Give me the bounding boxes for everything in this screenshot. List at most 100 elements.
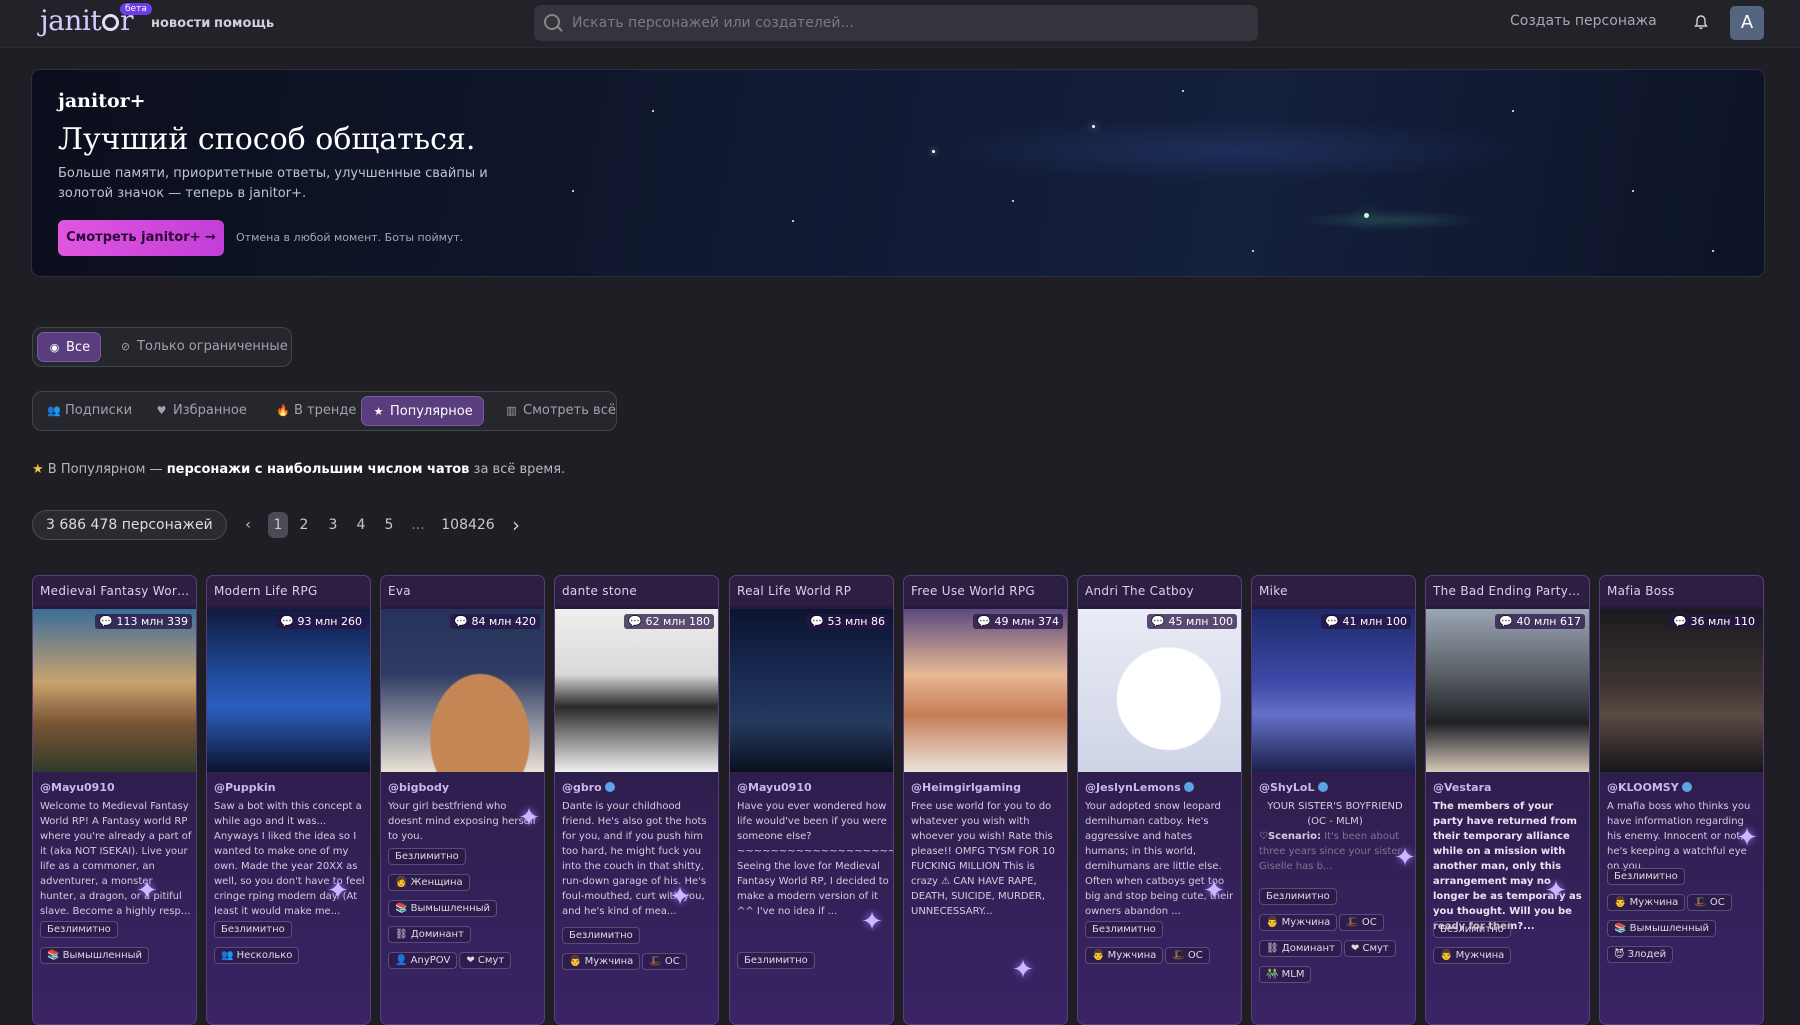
tag-label: OC (1187, 950, 1203, 961)
character-count: 3 686 478 персонажей (32, 510, 227, 540)
card-author[interactable]: @Mayu0910 (737, 781, 812, 794)
page-last[interactable]: 108426 (440, 512, 496, 538)
character-image[interactable] (207, 609, 370, 772)
eye-off-icon: ⊘ (120, 340, 131, 353)
tag[interactable]: ⛓ Доминант (1259, 940, 1342, 957)
tab-view-all[interactable]: ▥ Смотреть всё (495, 396, 626, 426)
prev-page-button[interactable]: ‹ (240, 512, 256, 538)
character-image[interactable] (1078, 609, 1241, 772)
tag[interactable]: ⛓ Доминант (388, 926, 471, 943)
card-author[interactable]: @Mayu0910 (40, 781, 115, 794)
tab-favorites[interactable]: ♥ Избранное (145, 396, 257, 426)
stats-text: 41 млн 100 (1342, 615, 1407, 628)
tag-icon: 👨 (569, 956, 582, 967)
character-card[interactable]: dante stone 💬 62 млн 180 @gbro Dante is … (554, 575, 719, 1025)
tag[interactable]: Безлимитно (562, 927, 640, 944)
character-image[interactable] (1252, 609, 1415, 772)
character-image[interactable] (1600, 609, 1763, 772)
chat-icon: 💬 (977, 615, 991, 628)
character-image[interactable] (1426, 609, 1589, 772)
card-description: Welcome to Medieval Fantasy World RP! A … (40, 801, 192, 917)
character-card[interactable]: The Bad Ending Party ... 💬 40 млн 617 @V… (1425, 575, 1590, 1025)
character-card[interactable]: Andri The Catboy 💬 45 млн 100 @JeslynLem… (1077, 575, 1242, 1025)
character-card[interactable]: Medieval Fantasy Worl... 💬 113 млн 339 @… (32, 575, 197, 1025)
filter-limited[interactable]: ⊘ Только ограниченные (109, 332, 298, 362)
card-author[interactable]: @Puppkin (214, 781, 276, 794)
tag[interactable]: ❤ Смут (459, 952, 512, 969)
card-author[interactable]: @bigbody (388, 781, 449, 794)
stats-text: 45 млн 100 (1168, 615, 1233, 628)
tag[interactable]: 👨 Мужчина (1607, 894, 1686, 911)
tag[interactable]: 👤 AnyPOV (388, 952, 458, 969)
tab-popular[interactable]: ★ Популярное (361, 396, 484, 426)
tag[interactable]: 👨 Мужчина (562, 953, 641, 970)
page-4[interactable]: 4 (353, 512, 369, 538)
eye-icon: ◉ (49, 341, 60, 354)
tag[interactable]: Безлимитно (1085, 921, 1163, 938)
chat-icon: 💬 (1673, 615, 1687, 628)
page-1[interactable]: 1 (268, 512, 288, 538)
chat-icon: 💬 (1325, 615, 1339, 628)
tag[interactable]: 👬 MLM (1259, 966, 1312, 983)
tag[interactable]: 👨 Мужчина (1259, 914, 1338, 931)
card-author[interactable]: @Heimgirlgaming (911, 781, 1021, 794)
tag[interactable]: 🎩 OC (1165, 947, 1210, 964)
character-image[interactable] (381, 609, 544, 772)
tag[interactable]: 👥 Несколько (214, 947, 300, 964)
card-author[interactable]: @JeslynLemons (1085, 781, 1194, 794)
tag[interactable]: 👩 Женщина (388, 874, 470, 891)
tag[interactable]: Безлимитно (388, 848, 466, 865)
tag[interactable]: Безлимитно (40, 921, 118, 938)
tag[interactable]: Безлимитно (1607, 868, 1685, 885)
card-author[interactable]: @ShyLoL (1259, 781, 1328, 794)
tag[interactable]: 🎩 OC (1687, 894, 1732, 911)
tag[interactable]: 👨 Мужчина (1085, 947, 1164, 964)
bell-icon[interactable] (1694, 15, 1708, 30)
page-3[interactable]: 3 (325, 512, 341, 538)
card-author[interactable]: @Vestara (1433, 781, 1491, 794)
search-input[interactable] (570, 5, 1250, 41)
character-card[interactable]: Mike 💬 41 млн 100 @ShyLoL YOUR SISTER'S … (1251, 575, 1416, 1025)
tag[interactable]: 📚 Вымышленный (40, 947, 150, 964)
tag[interactable]: Безлимитно (1259, 888, 1337, 905)
card-title: Mike (1259, 584, 1288, 598)
tag[interactable]: 📚 Вымышленный (1607, 920, 1717, 937)
character-card[interactable]: Modern Life RPG 💬 93 млн 260 @Puppkin Sa… (206, 575, 371, 1025)
card-author[interactable]: @gbro (562, 781, 615, 794)
character-card[interactable]: Mafia Boss 💬 36 млн 110 @KLOOMSY A mafia… (1599, 575, 1764, 1025)
tab-subscriptions[interactable]: 👥 Подписки (37, 396, 142, 426)
character-image[interactable] (904, 609, 1067, 772)
tag[interactable]: Безлимитно (1433, 921, 1511, 938)
page-5[interactable]: 5 (381, 512, 397, 538)
tag-icon: 😈 (1614, 949, 1625, 960)
card-author[interactable]: @KLOOMSY (1607, 781, 1692, 794)
author-name: @KLOOMSY (1607, 781, 1679, 794)
tag[interactable]: ❤ Смут (1343, 940, 1396, 957)
tag-label: Вымышленный (410, 903, 491, 914)
character-card[interactable]: Real Life World RP 💬 53 млн 86 @Mayu0910… (729, 575, 894, 1025)
nav-news[interactable]: новости (151, 16, 210, 31)
character-image[interactable] (555, 609, 718, 772)
user-avatar[interactable]: A (1730, 6, 1764, 40)
nav-help[interactable]: помощь (214, 16, 274, 31)
stats-text: 84 млн 420 (471, 615, 536, 628)
character-card[interactable]: Eva 💬 84 млн 420 @bigbody Your girl best… (380, 575, 545, 1025)
character-image[interactable] (33, 609, 196, 772)
tag[interactable]: 📚 Вымышленный (388, 900, 498, 917)
tag[interactable]: Безлимитно (214, 921, 292, 938)
tag-label: Безлимитно (1266, 891, 1330, 902)
tag[interactable]: 🎩 OC (1339, 914, 1384, 931)
character-image[interactable] (730, 609, 893, 772)
page-2[interactable]: 2 (296, 512, 312, 538)
next-page-button[interactable]: › (508, 512, 524, 538)
filter-all[interactable]: ◉ Все (37, 332, 102, 362)
tag[interactable]: 🎩 OC (642, 953, 687, 970)
tag[interactable]: 👨 Мужчина (1433, 947, 1512, 964)
create-character-button[interactable]: Создать персонажа (1510, 13, 1657, 29)
tab-trending[interactable]: 🔥 В тренде (266, 396, 366, 426)
character-card[interactable]: Free Use World RPG 💬 49 млн 374 @Heimgir… (903, 575, 1068, 1025)
view-janitor-plus-button[interactable]: Смотреть janitor+ → (58, 220, 224, 256)
tag[interactable]: Безлимитно (737, 952, 815, 969)
tag-label: Мужчина (1455, 950, 1505, 961)
tag[interactable]: 😈 Злодей (1607, 946, 1674, 963)
